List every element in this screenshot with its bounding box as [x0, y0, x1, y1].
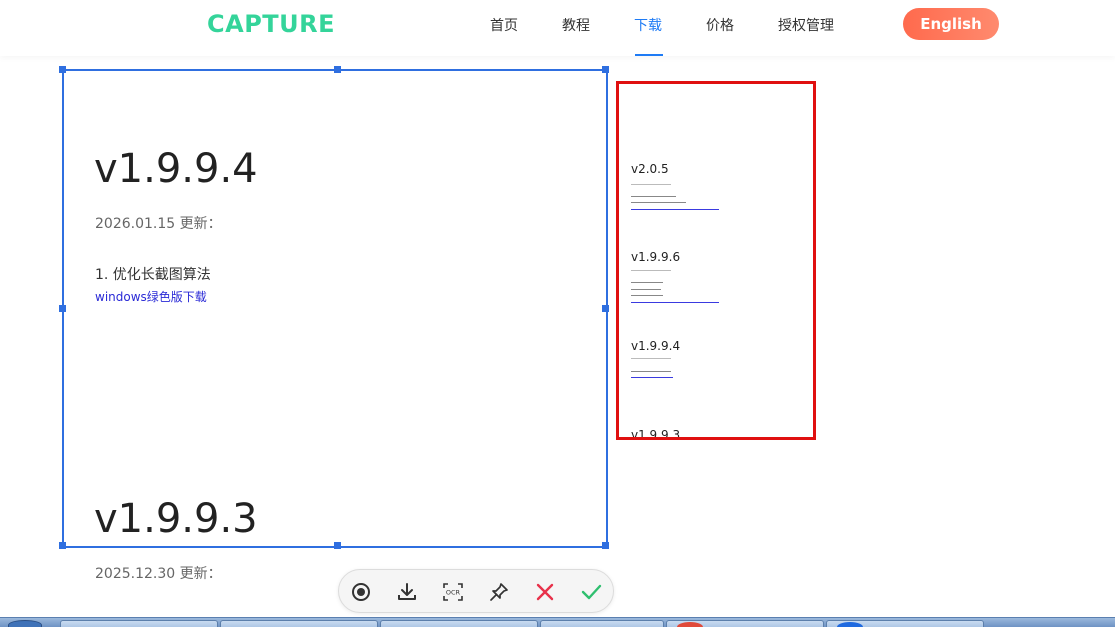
language-button[interactable]: English — [903, 8, 999, 40]
download-button[interactable] — [393, 578, 421, 606]
preview-text — [631, 202, 686, 203]
cancel-icon — [536, 583, 554, 601]
capture-selection[interactable] — [59, 66, 609, 549]
cancel-button[interactable] — [531, 578, 559, 606]
taskbar-item[interactable] — [220, 620, 378, 627]
preview-link — [631, 302, 719, 303]
preview-version-title: v1.9.9.3 — [631, 428, 681, 440]
preview-text — [631, 184, 671, 185]
confirm-icon — [581, 584, 602, 600]
resize-handle[interactable] — [59, 66, 66, 73]
resize-handle[interactable] — [59, 542, 66, 549]
download-icon — [398, 583, 416, 600]
preview-version-title: v1.9.9.6 — [631, 250, 681, 264]
record-button[interactable] — [347, 578, 375, 606]
preview-text — [631, 196, 676, 197]
scroll-preview: v2.0.5 v1.9.9.6 v1.9.9.4 v1.9.9.3 — [616, 81, 816, 440]
preview-text — [631, 358, 671, 359]
taskbar-item[interactable] — [540, 620, 664, 627]
confirm-button[interactable] — [577, 578, 605, 606]
preview-version-title: v2.0.5 — [631, 162, 669, 176]
logo[interactable]: CAPTURE — [207, 10, 335, 38]
capture-toolbar: OCR — [338, 569, 614, 613]
taskbar-item[interactable] — [60, 620, 218, 627]
preview-text — [631, 270, 671, 271]
app-icon — [837, 622, 863, 627]
nav-license[interactable]: 授权管理 — [778, 15, 834, 35]
nav-download[interactable]: 下载 — [634, 15, 662, 35]
taskbar-item[interactable] — [826, 620, 984, 627]
preview-text — [631, 371, 671, 372]
pin-button[interactable] — [485, 578, 513, 606]
preview-text — [631, 282, 663, 283]
nav-active-indicator — [635, 54, 663, 56]
resize-handle[interactable] — [59, 305, 66, 312]
taskbar — [0, 617, 1115, 627]
preview-version-title: v1.9.9.4 — [631, 339, 681, 353]
resize-handle[interactable] — [602, 66, 609, 73]
version-date: 2025.12.30 更新： — [95, 566, 222, 582]
taskbar-item[interactable] — [380, 620, 538, 627]
nav-home[interactable]: 首页 — [490, 15, 518, 35]
preview-link — [631, 209, 719, 210]
resize-handle[interactable] — [602, 542, 609, 549]
record-icon — [352, 583, 370, 601]
resize-handle[interactable] — [334, 542, 341, 549]
ocr-icon: OCR — [443, 583, 463, 601]
resize-handle[interactable] — [602, 305, 609, 312]
preview-link — [631, 377, 673, 378]
browser-icon — [677, 622, 703, 627]
preview-text — [631, 295, 663, 296]
resize-handle[interactable] — [334, 66, 341, 73]
nav-pricing[interactable]: 价格 — [706, 15, 734, 35]
taskbar-item[interactable] — [666, 620, 824, 627]
site-header: CAPTURE 首页 教程 下载 价格 授权管理 English — [0, 0, 1115, 56]
nav-tutorial[interactable]: 教程 — [562, 15, 590, 35]
pin-icon — [490, 583, 508, 601]
preview-text — [631, 289, 661, 290]
ocr-label: OCR — [446, 589, 461, 597]
start-button[interactable] — [8, 620, 42, 627]
ocr-button[interactable]: OCR — [439, 578, 467, 606]
